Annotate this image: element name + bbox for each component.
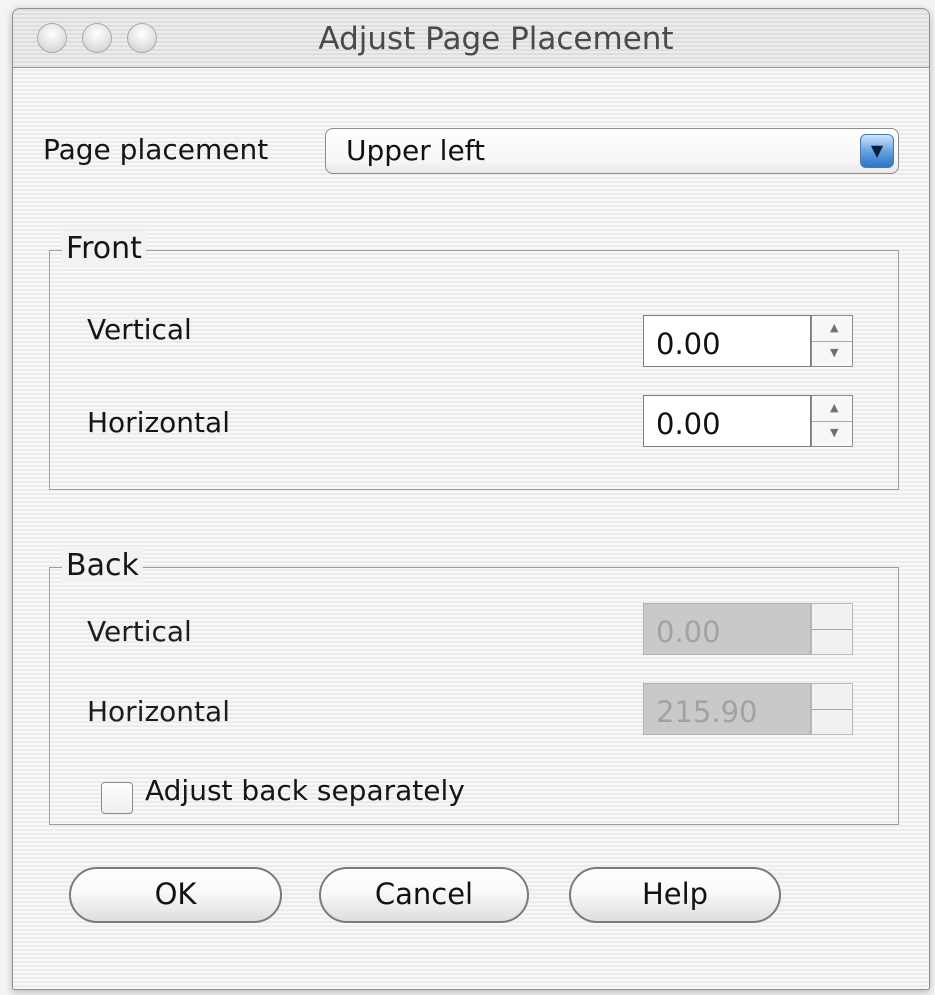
stepper-down-icon[interactable]: ▼	[830, 427, 838, 438]
front-vertical-input[interactable]: 0.00	[643, 315, 811, 367]
front-vertical-stepper[interactable]: ▲ ▼	[811, 315, 853, 367]
back-group-legend: Back	[62, 548, 143, 583]
page-placement-select[interactable]: Upper left ▼	[325, 128, 899, 174]
page-placement-label: Page placement	[43, 133, 269, 166]
back-vertical-input: 0.00	[643, 603, 811, 655]
stepper-divider	[812, 421, 852, 422]
adjust-back-separately-checkbox[interactable]	[101, 782, 133, 814]
back-horizontal-input: 215.90	[643, 683, 811, 735]
front-horizontal-stepper[interactable]: ▲ ▼	[811, 395, 853, 447]
back-horizontal-stepper	[811, 683, 853, 735]
stepper-up-icon[interactable]: ▲	[830, 402, 838, 413]
front-group-legend: Front	[62, 231, 146, 266]
back-horizontal-label: Horizontal	[87, 695, 230, 728]
ok-button[interactable]: OK	[69, 867, 282, 923]
window-title: Adjust Page Placement	[318, 21, 674, 57]
back-vertical-stepper	[811, 603, 853, 655]
adjust-back-separately-label: Adjust back separately	[145, 774, 465, 807]
adjust-page-placement-dialog: Adjust Page Placement Page placement Upp…	[12, 8, 930, 990]
front-horizontal-label: Horizontal	[87, 406, 230, 439]
front-horizontal-input[interactable]: 0.00	[643, 395, 811, 447]
desktop-background: Adjust Page Placement Page placement Upp…	[0, 0, 935, 995]
stepper-divider	[812, 709, 852, 710]
title-bar[interactable]: Adjust Page Placement	[13, 9, 929, 68]
stepper-down-icon[interactable]: ▼	[830, 347, 838, 358]
help-button[interactable]: Help	[569, 867, 781, 923]
back-vertical-label: Vertical	[87, 615, 192, 648]
front-vertical-label: Vertical	[87, 313, 192, 346]
dropdown-arrow-icon[interactable]: ▼	[860, 134, 894, 168]
stepper-divider	[812, 341, 852, 342]
stepper-divider	[812, 629, 852, 630]
page-placement-value: Upper left	[346, 134, 486, 167]
front-group: Front	[49, 231, 899, 490]
cancel-button[interactable]: Cancel	[319, 867, 529, 923]
stepper-up-icon[interactable]: ▲	[830, 322, 838, 333]
